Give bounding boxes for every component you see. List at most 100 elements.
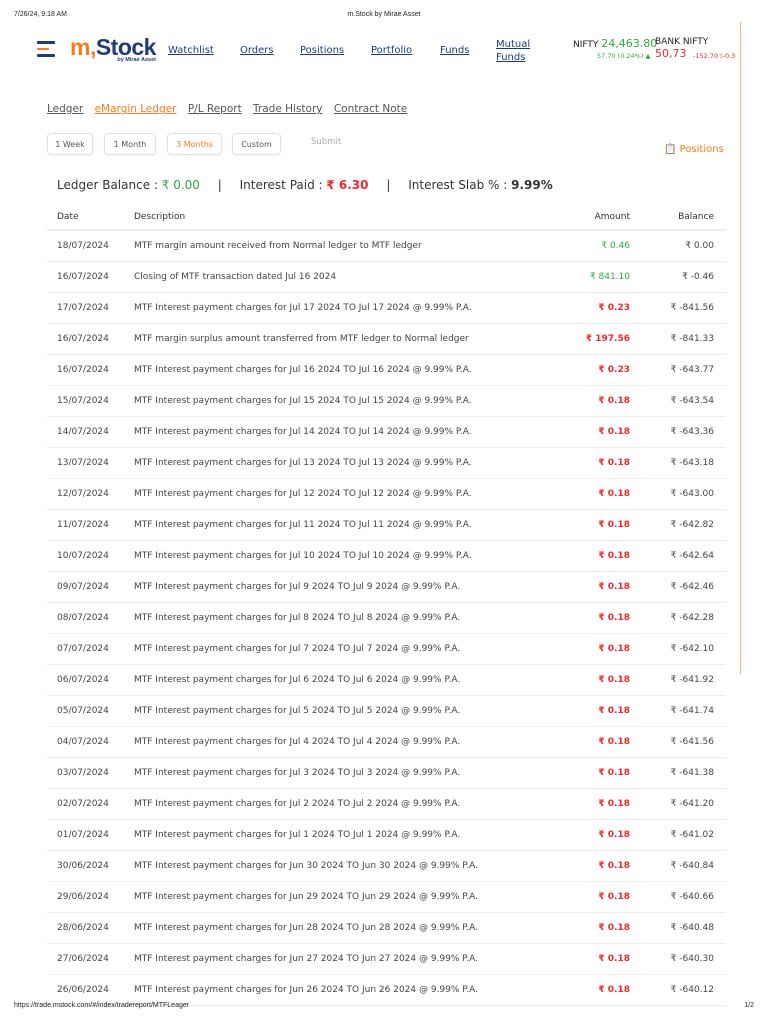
row-balance: ₹ -643.18 bbox=[630, 447, 726, 479]
table-row: 08/07/2024 MTF Interest payment charges f… bbox=[47, 602, 726, 634]
table-row: 14/07/2024 MTF Interest payment charges f… bbox=[47, 416, 726, 448]
row-date: 18/07/2024 bbox=[47, 230, 134, 262]
table-row: 06/07/2024 MTF Interest payment charges f… bbox=[47, 664, 726, 696]
table-row: 16/07/2024 MTF Interest payment charges f… bbox=[47, 354, 726, 386]
table-row: 07/07/2024 MTF Interest payment charges f… bbox=[47, 633, 726, 665]
row-amount: ₹ 0.18 bbox=[560, 540, 630, 572]
tab-pl-report[interactable]: P/L Report bbox=[188, 103, 242, 115]
filter-custom[interactable]: Custom bbox=[232, 133, 281, 155]
row-amount: ₹ 0.18 bbox=[560, 695, 630, 727]
row-balance: ₹ -642.82 bbox=[630, 509, 726, 541]
table-row: 17/07/2024 MTF Interest payment charges f… bbox=[47, 292, 726, 324]
submit-button[interactable]: Submit bbox=[311, 137, 341, 147]
filter-1-week[interactable]: 1 Week bbox=[47, 133, 93, 155]
row-date: 12/07/2024 bbox=[47, 478, 134, 510]
row-description: MTF Interest payment charges for Jul 4 2… bbox=[134, 726, 560, 758]
row-description: MTF Interest payment charges for Jul 15 … bbox=[134, 385, 560, 417]
col-date: Date bbox=[47, 204, 134, 231]
row-amount: ₹ 0.18 bbox=[560, 881, 630, 913]
row-amount: ₹ 0.18 bbox=[560, 757, 630, 789]
row-date: 07/07/2024 bbox=[47, 633, 134, 665]
row-description: MTF Interest payment charges for Jun 29 … bbox=[134, 881, 560, 913]
nav-funds[interactable]: Funds bbox=[440, 45, 469, 56]
row-description: MTF Interest payment charges for Jun 28 … bbox=[134, 912, 560, 944]
row-amount: ₹ 197.56 bbox=[560, 323, 630, 355]
nav-portfolio[interactable]: Portfolio bbox=[371, 45, 412, 56]
row-description: MTF Interest payment charges for Jul 3 2… bbox=[134, 757, 560, 789]
nav-positions[interactable]: Positions bbox=[300, 45, 344, 56]
table-row: 28/06/2024 MTF Interest payment charges f… bbox=[47, 912, 726, 944]
row-date: 02/07/2024 bbox=[47, 788, 134, 820]
row-description: MTF Interest payment charges for Jul 12 … bbox=[134, 478, 560, 510]
row-balance: ₹ -643.36 bbox=[630, 416, 726, 448]
row-description: MTF Interest payment charges for Jul 6 2… bbox=[134, 664, 560, 696]
row-date: 26/06/2024 bbox=[47, 974, 134, 1006]
row-date: 16/07/2024 bbox=[47, 354, 134, 386]
banknifty-index[interactable]: BANK NIFTY 50,73 -152.70 (-0.3 bbox=[655, 37, 740, 60]
row-description: MTF Interest payment charges for Jul 1 2… bbox=[134, 819, 560, 851]
row-description: MTF Interest payment charges for Jun 26 … bbox=[134, 974, 560, 1006]
row-amount: ₹ 0.18 bbox=[560, 912, 630, 944]
row-balance: ₹ -841.33 bbox=[630, 323, 726, 355]
table-row: 26/06/2024 MTF Interest payment charges f… bbox=[47, 974, 726, 1006]
row-date: 16/07/2024 bbox=[47, 261, 134, 293]
row-description: MTF Interest payment charges for Jul 10 … bbox=[134, 540, 560, 572]
print-title: m.Stock by Mirae Asset bbox=[347, 11, 421, 18]
row-balance: ₹ -641.38 bbox=[630, 757, 726, 789]
row-date: 04/07/2024 bbox=[47, 726, 134, 758]
tab-trade-history[interactable]: Trade History bbox=[253, 103, 322, 115]
hamburger-menu-icon[interactable] bbox=[37, 41, 55, 61]
table-row: 09/07/2024 MTF Interest payment charges f… bbox=[47, 571, 726, 603]
nifty-index[interactable]: NIFTY 24,463.80 57.70 (0.24%) ▲ bbox=[573, 37, 657, 60]
row-date: 15/07/2024 bbox=[47, 385, 134, 417]
row-date: 30/06/2024 bbox=[47, 850, 134, 882]
row-date: 08/07/2024 bbox=[47, 602, 134, 634]
row-description: MTF Interest payment charges for Jul 2 2… bbox=[134, 788, 560, 820]
nav-orders[interactable]: Orders bbox=[240, 45, 274, 56]
row-amount: ₹ 0.18 bbox=[560, 974, 630, 1006]
mstock-logo[interactable]: m,Stock by Mirae Asset bbox=[70, 34, 156, 63]
row-description: MTF Interest payment charges for Jul 16 … bbox=[134, 354, 560, 386]
nav-watchlist[interactable]: Watchlist bbox=[168, 45, 214, 56]
tab-contract-note[interactable]: Contract Note bbox=[334, 103, 407, 115]
clipboard-icon: 📋 bbox=[664, 144, 677, 155]
table-row: 27/06/2024 MTF Interest payment charges f… bbox=[47, 943, 726, 975]
row-amount: ₹ 0.23 bbox=[560, 354, 630, 386]
row-balance: ₹ -640.30 bbox=[630, 943, 726, 975]
row-balance: ₹ -641.74 bbox=[630, 695, 726, 727]
row-balance: ₹ -640.12 bbox=[630, 974, 726, 1006]
ledger-summary: Ledger Balance : ₹ 0.00 | Interest Paid … bbox=[57, 178, 553, 192]
row-balance: ₹ -641.92 bbox=[630, 664, 726, 696]
row-amount: ₹ 0.18 bbox=[560, 943, 630, 975]
row-date: 16/07/2024 bbox=[47, 323, 134, 355]
row-balance: ₹ -841.56 bbox=[630, 292, 726, 324]
row-description: MTF Interest payment charges for Jul 17 … bbox=[134, 292, 560, 324]
row-amount: ₹ 0.18 bbox=[560, 850, 630, 882]
row-date: 01/07/2024 bbox=[47, 819, 134, 851]
table-row: 30/06/2024 MTF Interest payment charges f… bbox=[47, 850, 726, 882]
row-balance: ₹ -642.28 bbox=[630, 602, 726, 634]
report-tabs: Ledger eMargin Ledger P/L Report Trade H… bbox=[47, 103, 415, 115]
table-row: 29/06/2024 MTF Interest payment charges f… bbox=[47, 881, 726, 913]
row-amount: ₹ 0.18 bbox=[560, 726, 630, 758]
row-balance: ₹ -640.66 bbox=[630, 881, 726, 913]
filter-1-month[interactable]: 1 Month bbox=[104, 133, 156, 155]
row-balance: ₹ -640.48 bbox=[630, 912, 726, 944]
row-balance: ₹ -643.00 bbox=[630, 478, 726, 510]
positions-link[interactable]: 📋 Positions bbox=[664, 144, 724, 155]
row-amount: ₹ 0.18 bbox=[560, 819, 630, 851]
row-amount: ₹ 0.23 bbox=[560, 292, 630, 324]
table-row: 12/07/2024 MTF Interest payment charges f… bbox=[47, 478, 726, 510]
row-date: 13/07/2024 bbox=[47, 447, 134, 479]
ledger-balance: ₹ 0.00 bbox=[161, 178, 200, 192]
tab-ledger[interactable]: Ledger bbox=[47, 103, 83, 115]
filter-3-months[interactable]: 3 Months bbox=[167, 133, 222, 155]
scroll-edge bbox=[740, 22, 741, 674]
nav-mutual-funds[interactable]: Mutual Funds bbox=[496, 38, 530, 64]
table-row: 15/07/2024 MTF Interest payment charges f… bbox=[47, 385, 726, 417]
row-date: 27/06/2024 bbox=[47, 943, 134, 975]
row-amount: ₹ 841.10 bbox=[560, 261, 630, 293]
table-row: 10/07/2024 MTF Interest payment charges f… bbox=[47, 540, 726, 572]
tab-emargin-ledger[interactable]: eMargin Ledger bbox=[95, 103, 177, 115]
col-balance: Balance bbox=[630, 204, 726, 231]
